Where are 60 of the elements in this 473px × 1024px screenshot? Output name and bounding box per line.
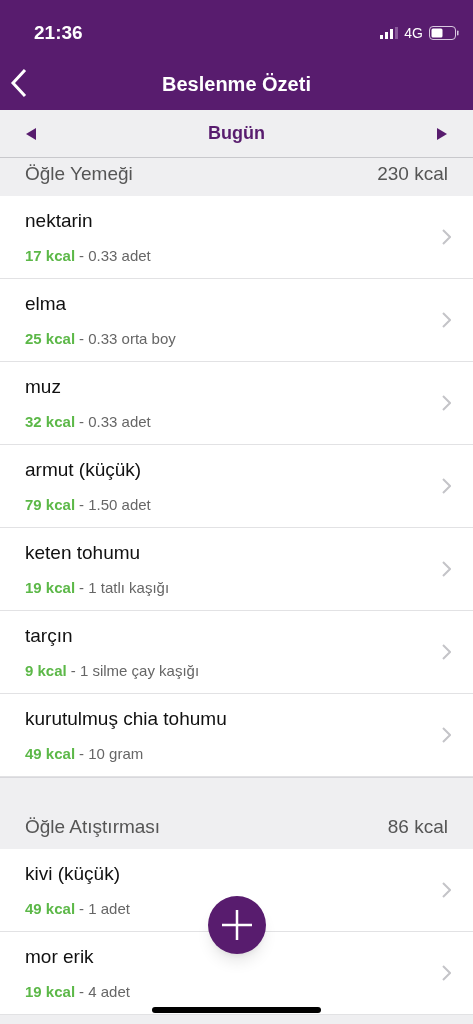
kcal-amount: 49 kcal xyxy=(25,743,76,764)
kcal-amount: 32 kcal xyxy=(25,411,76,432)
serving-text: - 10 gram xyxy=(79,743,144,764)
triangle-right-icon xyxy=(437,127,447,140)
kcal-amount: 19 kcal xyxy=(25,577,76,598)
kcal-amount: 17 kcal xyxy=(25,245,76,266)
serving-text: - 4 adet xyxy=(79,981,130,1002)
food-name: mor erik xyxy=(25,945,95,969)
food-row[interactable]: muz 32 kcal - 0.33 adet xyxy=(0,362,473,445)
battery-icon xyxy=(429,26,459,40)
date-label: Bugün xyxy=(208,122,265,145)
back-button[interactable] xyxy=(10,68,28,98)
chevron-right-icon xyxy=(441,727,451,743)
kcal-amount: 19 kcal xyxy=(25,981,76,1002)
previous-day-button[interactable] xyxy=(26,127,36,140)
kcal-amount: 79 kcal xyxy=(25,494,76,515)
chevron-right-icon xyxy=(441,478,451,494)
food-row[interactable]: keten tohumu 19 kcal - 1 tatlı kaşığı xyxy=(0,528,473,611)
food-name: muz xyxy=(25,375,62,399)
kcal-amount: 9 kcal xyxy=(25,660,67,681)
chevron-right-icon xyxy=(441,229,451,245)
serving-text: - 0.33 adet xyxy=(79,245,151,266)
food-name: elma xyxy=(25,292,68,316)
food-row[interactable]: nektarin 17 kcal - 0.33 adet xyxy=(0,196,473,279)
plus-icon xyxy=(222,910,252,940)
chevron-right-icon xyxy=(441,561,451,577)
food-row[interactable]: armut (küçük) 79 kcal - 1.50 adet xyxy=(0,445,473,528)
screen-title: Beslenme Özeti xyxy=(162,72,311,97)
food-row[interactable]: tarçın 9 kcal - 1 silme çay kaşığı xyxy=(0,611,473,694)
food-name: nektarin xyxy=(25,209,94,233)
food-name: armut (küçük) xyxy=(25,458,143,482)
food-name: kurutulmuş chia tohumu xyxy=(25,707,227,731)
serving-text: - 1 silme çay kaşığı xyxy=(70,660,200,681)
back-icon xyxy=(10,68,28,98)
chevron-right-icon xyxy=(441,312,451,328)
status-time: 21:36 xyxy=(34,20,83,45)
food-name: keten tohumu xyxy=(25,541,142,565)
kcal-amount: 25 kcal xyxy=(25,328,76,349)
food-name: kivi (küçük) xyxy=(25,862,121,886)
serving-text: - 0.33 orta boy xyxy=(79,328,176,349)
network-label: 4G xyxy=(404,23,423,43)
meal-title: Öğle Yemeği xyxy=(25,161,133,186)
meal-total: 86 kcal xyxy=(387,814,448,839)
food-row[interactable]: elma 25 kcal - 0.33 orta boy xyxy=(0,279,473,362)
chevron-right-icon xyxy=(441,882,451,898)
chevron-right-icon xyxy=(441,965,451,981)
food-name: tarçın xyxy=(25,624,74,648)
next-day-button[interactable] xyxy=(437,127,447,140)
serving-text: - 0.33 adet xyxy=(79,411,151,432)
triangle-left-icon xyxy=(26,127,36,140)
kcal-amount: 49 kcal xyxy=(25,898,76,919)
meal-total: 230 kcal xyxy=(377,161,448,186)
serving-text: - 1 adet xyxy=(79,898,130,919)
chevron-right-icon xyxy=(441,644,451,660)
food-row[interactable]: kurutulmuş chia tohumu 49 kcal - 10 gram xyxy=(0,694,473,777)
chevron-right-icon xyxy=(441,395,451,411)
signal-icon xyxy=(380,27,399,39)
serving-text: - 1.50 adet xyxy=(79,494,151,515)
serving-text: - 1 tatlı kaşığı xyxy=(79,577,170,598)
meal-title: Öğle Atıştırması xyxy=(25,814,161,839)
